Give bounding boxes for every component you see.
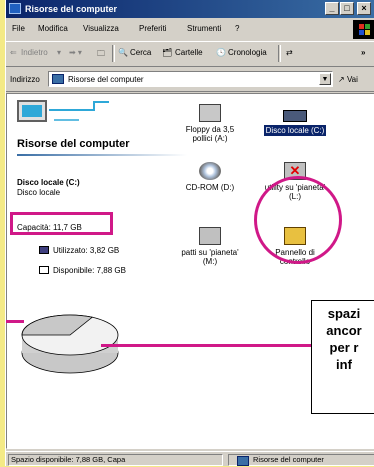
item-local-disk[interactable]: Disco locale (C:)	[262, 104, 328, 136]
free-legend-swatch	[39, 266, 49, 274]
status-location: Risorse del computer	[228, 454, 374, 466]
folders-button[interactable]: Cartelle	[175, 48, 203, 57]
item-label: CD-ROM (D:)	[185, 183, 235, 192]
item-floppy-drive[interactable]: Floppy da 3,5 pollici (A:)	[177, 104, 243, 143]
status-bar: Spazio disponibile: 7,88 GB, Capa Risors…	[6, 451, 374, 467]
title-bar[interactable]: Risorse del computer _ □ ×	[6, 0, 374, 18]
item-label: patti su 'pianeta' (M:)	[181, 248, 239, 266]
windows-logo-icon	[353, 20, 374, 39]
selection-highlight-circle	[254, 176, 342, 264]
title-underline	[17, 154, 187, 156]
callout-line: ancor	[326, 323, 362, 338]
item-label: Floppy da 3,5 pollici (A:)	[185, 125, 235, 143]
menu-help[interactable]: ?	[235, 24, 239, 33]
selected-drive-type: Disco locale	[17, 188, 61, 197]
page-title: Risorse del computer	[17, 138, 130, 150]
used-space-label: Utilizzato: 3,82 GB	[53, 246, 120, 255]
address-bar: Indirizzo Risorse del computer ▼ ↗ Vai	[6, 67, 374, 92]
status-free-space: Spazio disponibile: 7,88 GB, Capa	[8, 454, 223, 466]
annotation-callout: spazi ancor per r inf	[311, 300, 374, 414]
go-arrow-icon: ↗	[338, 75, 345, 84]
disk-usage-pie-chart	[21, 314, 119, 374]
menu-favorites[interactable]: Preferiti	[139, 24, 167, 33]
used-legend-swatch	[39, 246, 49, 254]
address-value: Risorse del computer	[68, 75, 144, 84]
window-title: Risorse del computer	[25, 4, 118, 14]
toolbar-separator	[278, 45, 281, 62]
close-button[interactable]: ×	[357, 2, 371, 15]
explorer-window: Risorse del computer _ □ × File Modifica…	[5, 0, 374, 466]
folders-icon: 🗂	[162, 48, 173, 57]
toolbar-separator	[112, 45, 115, 62]
minimize-button[interactable]: _	[325, 2, 339, 15]
history-icon: 🕓	[216, 48, 226, 57]
left-pointer-arrow	[6, 320, 24, 323]
my-computer-large-icon	[17, 100, 47, 122]
back-dropdown-icon[interactable]: ▾	[57, 48, 61, 57]
up-folder-icon[interactable]: 🗀	[97, 48, 105, 62]
go-label: Vai	[346, 75, 358, 84]
header-decoration	[49, 101, 109, 121]
go-button[interactable]: ↗ Vai	[338, 75, 358, 84]
address-input[interactable]: Risorse del computer ▼	[48, 71, 333, 87]
back-arrow-icon: ⇐	[10, 48, 17, 57]
computer-icon	[52, 74, 64, 84]
address-dropdown-button[interactable]: ▼	[319, 73, 331, 85]
maximize-button[interactable]: □	[340, 2, 354, 15]
history-button[interactable]: Cronologia	[228, 48, 267, 57]
address-label: Indirizzo	[10, 75, 40, 84]
search-icon: 🔍	[118, 48, 128, 57]
toolbar: ⇐ Indietro ▾ ➡ ▾ 🗀 🔍 Cerca 🗂 Cartelle 🕓 …	[6, 41, 374, 67]
callout-line: spazi	[327, 306, 361, 321]
selected-drive-name: Disco locale (C:)	[17, 178, 80, 187]
search-button[interactable]: Cerca	[130, 48, 151, 57]
floppy-drive-icon	[199, 104, 221, 122]
forward-button[interactable]: ➡ ▾	[69, 48, 82, 57]
item-network-drive-m[interactable]: patti su 'pianeta' (M:)	[177, 227, 243, 266]
menu-bar: File Modifica Visualizza Preferiti Strum…	[6, 20, 374, 39]
toolbar-overflow-icon[interactable]: »	[361, 48, 365, 57]
menu-view[interactable]: Visualizza	[83, 24, 119, 33]
back-button[interactable]: Indietro	[21, 48, 48, 57]
free-space-label: Disponibile: 7,88 GB	[53, 266, 126, 275]
item-label: Disco locale (C:)	[263, 125, 327, 136]
hard-disk-icon	[283, 110, 307, 122]
drive-capacity: Capacità: 11,7 GB	[17, 223, 82, 232]
callout-line: per r	[329, 340, 359, 355]
item-cdrom-drive[interactable]: CD-ROM (D:)	[177, 162, 243, 192]
computer-icon	[9, 3, 21, 14]
computer-icon	[237, 456, 249, 466]
callout-line: inf	[336, 357, 352, 372]
network-drive-icon	[199, 227, 221, 245]
menu-file[interactable]: File	[12, 24, 25, 33]
pie-pointer-arrow	[101, 344, 311, 347]
menu-tools[interactable]: Strumenti	[187, 24, 221, 33]
move-to-icon[interactable]: ⇄	[286, 48, 293, 57]
cdrom-icon	[199, 162, 221, 180]
menu-edit[interactable]: Modifica	[38, 24, 68, 33]
status-location-label: Risorse del computer	[253, 455, 324, 464]
